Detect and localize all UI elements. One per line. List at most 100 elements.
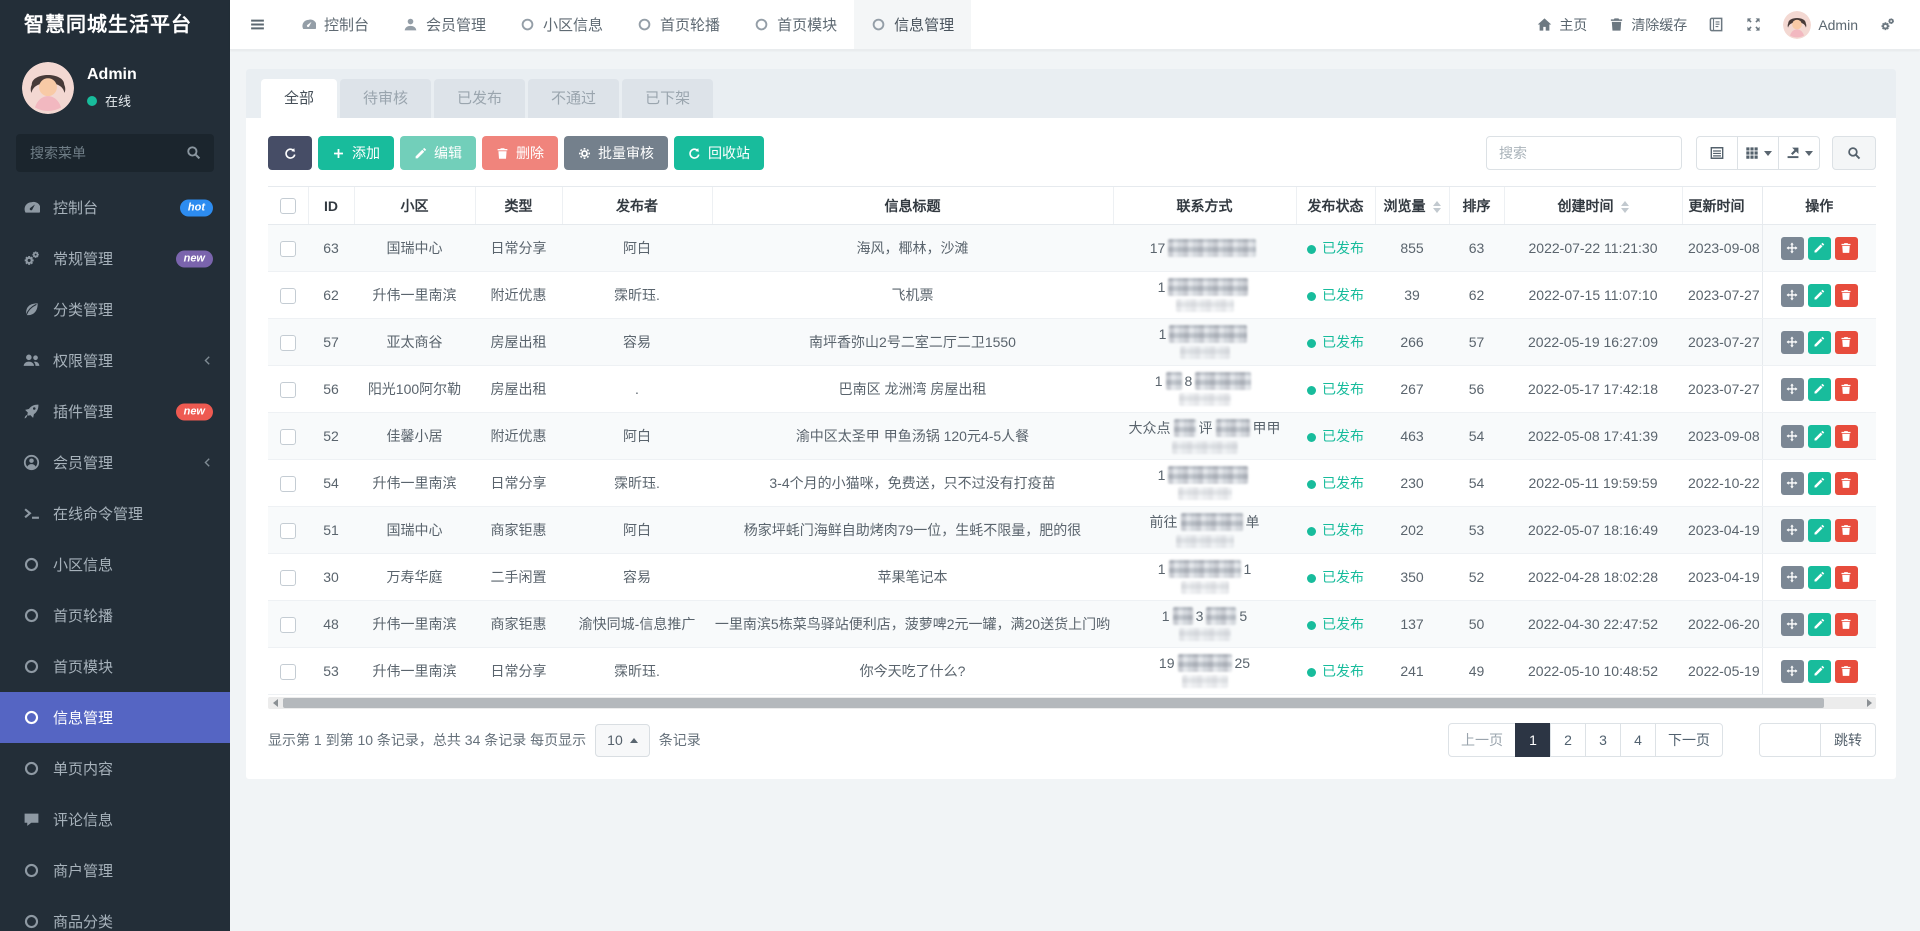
tab-pending[interactable]: 待审核: [340, 79, 431, 118]
row-checkbox[interactable]: [280, 288, 296, 304]
row-edit-button[interactable]: [1808, 284, 1831, 307]
row-checkbox[interactable]: [280, 241, 296, 257]
export-button[interactable]: [1778, 136, 1820, 170]
topnav-item-4[interactable]: 首页模块: [737, 0, 854, 49]
row-edit-button[interactable]: [1808, 660, 1831, 683]
delete-button[interactable]: 删除: [482, 136, 558, 170]
recycle-bin-button[interactable]: 回收站: [674, 136, 764, 170]
row-delete-button[interactable]: [1835, 237, 1858, 260]
scroll-left-arrow[interactable]: [268, 697, 282, 709]
topnav-item-0[interactable]: 控制台: [284, 0, 386, 49]
sidebar-item-0[interactable]: 控制台hot: [0, 182, 230, 233]
topnav-item-5[interactable]: 信息管理: [854, 0, 971, 49]
row-checkbox[interactable]: [280, 335, 296, 351]
column-header-8[interactable]: 浏览量: [1375, 187, 1449, 225]
sidebar-item-11[interactable]: 单页内容: [0, 743, 230, 794]
row-move-button[interactable]: [1781, 378, 1804, 401]
row-move-button[interactable]: [1781, 237, 1804, 260]
row-checkbox[interactable]: [280, 570, 296, 586]
batch-audit-button[interactable]: 批量审核: [564, 136, 668, 170]
sidebar-item-14[interactable]: 商品分类: [0, 896, 230, 931]
row-edit-button[interactable]: [1808, 566, 1831, 589]
topbar-home[interactable]: 主页: [1526, 0, 1598, 49]
row-checkbox[interactable]: [280, 476, 296, 492]
pagination-prev[interactable]: 上一页: [1448, 723, 1516, 757]
add-button[interactable]: 添加: [318, 136, 394, 170]
row-delete-button[interactable]: [1835, 613, 1858, 636]
row-move-button[interactable]: [1781, 472, 1804, 495]
row-checkbox[interactable]: [280, 664, 296, 680]
jump-button[interactable]: 跳转: [1821, 723, 1876, 757]
sidebar-item-8[interactable]: 首页轮播: [0, 590, 230, 641]
row-delete-button[interactable]: [1835, 378, 1858, 401]
edit-button[interactable]: 编辑: [400, 136, 476, 170]
topbar-admin-user[interactable]: Admin: [1772, 0, 1869, 49]
select-all-checkbox[interactable]: [280, 198, 296, 214]
menu-search-input[interactable]: [16, 134, 214, 172]
row-delete-button[interactable]: [1835, 425, 1858, 448]
pagination-next[interactable]: 下一页: [1655, 723, 1723, 757]
sidebar-item-2[interactable]: 分类管理: [0, 284, 230, 335]
row-edit-button[interactable]: [1808, 425, 1831, 448]
row-move-button[interactable]: [1781, 519, 1804, 542]
hamburger-icon[interactable]: [230, 0, 284, 49]
tab-rejected[interactable]: 不通过: [528, 79, 619, 118]
sidebar-item-10[interactable]: 信息管理: [0, 692, 230, 743]
row-edit-button[interactable]: [1808, 378, 1831, 401]
sidebar-item-1[interactable]: 常规管理new: [0, 233, 230, 284]
sidebar-item-9[interactable]: 首页模块: [0, 641, 230, 692]
tab-all[interactable]: 全部: [261, 79, 337, 118]
row-delete-button[interactable]: [1835, 566, 1858, 589]
topnav-item-2[interactable]: 小区信息: [503, 0, 620, 49]
row-move-button[interactable]: [1781, 284, 1804, 307]
row-delete-button[interactable]: [1835, 331, 1858, 354]
row-move-button[interactable]: [1781, 566, 1804, 589]
topnav-item-3[interactable]: 首页轮播: [620, 0, 737, 49]
row-edit-button[interactable]: [1808, 331, 1831, 354]
pagination-page-1[interactable]: 1: [1515, 723, 1551, 757]
topbar-docs[interactable]: [1698, 0, 1735, 49]
row-checkbox[interactable]: [280, 617, 296, 633]
row-delete-button[interactable]: [1835, 660, 1858, 683]
pagination-page-2[interactable]: 2: [1550, 723, 1586, 757]
topbar-clear-cache[interactable]: 清除缓存: [1598, 0, 1698, 49]
column-header-10[interactable]: 创建时间: [1504, 187, 1682, 225]
topnav-item-1[interactable]: 会员管理: [386, 0, 503, 49]
topbar-fullscreen[interactable]: [1735, 0, 1772, 49]
sort-carets-icon[interactable]: [1621, 201, 1629, 213]
scrollbar-thumb[interactable]: [283, 698, 1824, 708]
row-edit-button[interactable]: [1808, 472, 1831, 495]
sidebar-item-12[interactable]: 评论信息: [0, 794, 230, 845]
row-delete-button[interactable]: [1835, 284, 1858, 307]
pagination-page-3[interactable]: 3: [1585, 723, 1621, 757]
scroll-right-arrow[interactable]: [1862, 697, 1876, 709]
sidebar-item-7[interactable]: 小区信息: [0, 539, 230, 590]
avatar[interactable]: [22, 62, 74, 114]
row-move-button[interactable]: [1781, 331, 1804, 354]
page-size-select[interactable]: 10: [595, 724, 650, 757]
row-move-button[interactable]: [1781, 425, 1804, 448]
sidebar-item-13[interactable]: 商户管理: [0, 845, 230, 896]
tab-published[interactable]: 已发布: [434, 79, 525, 118]
row-move-button[interactable]: [1781, 660, 1804, 683]
row-delete-button[interactable]: [1835, 519, 1858, 542]
row-checkbox[interactable]: [280, 523, 296, 539]
columns-button[interactable]: [1737, 136, 1779, 170]
row-checkbox[interactable]: [280, 429, 296, 445]
pagination-page-4[interactable]: 4: [1620, 723, 1656, 757]
search-button[interactable]: [1832, 136, 1876, 170]
tab-offline[interactable]: 已下架: [622, 79, 713, 118]
sidebar-item-6[interactable]: 在线命令管理: [0, 488, 230, 539]
refresh-button[interactable]: [268, 136, 312, 170]
sidebar-item-4[interactable]: 插件管理new: [0, 386, 230, 437]
sort-carets-icon[interactable]: [1433, 201, 1441, 213]
detail-view-button[interactable]: [1696, 136, 1738, 170]
row-edit-button[interactable]: [1808, 519, 1831, 542]
row-delete-button[interactable]: [1835, 472, 1858, 495]
row-move-button[interactable]: [1781, 613, 1804, 636]
sidebar-item-5[interactable]: 会员管理: [0, 437, 230, 488]
sidebar-item-3[interactable]: 权限管理: [0, 335, 230, 386]
row-edit-button[interactable]: [1808, 237, 1831, 260]
table-search-input[interactable]: [1486, 136, 1682, 170]
row-edit-button[interactable]: [1808, 613, 1831, 636]
